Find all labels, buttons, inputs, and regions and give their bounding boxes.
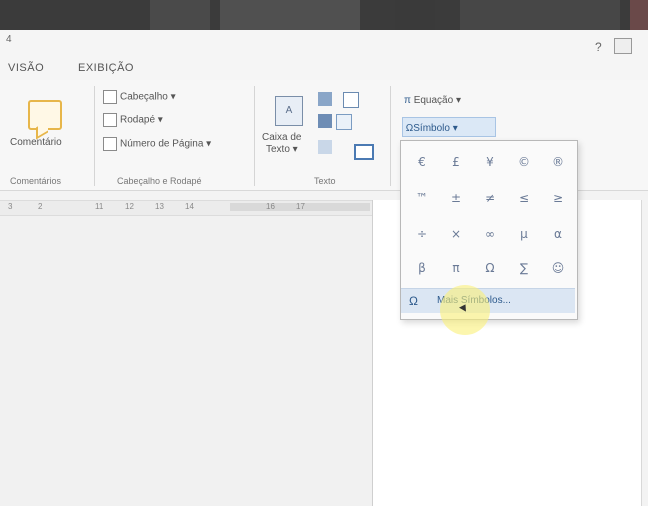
tab-revisao[interactable]: VISÃO (8, 62, 44, 74)
ruler-tick: 17 (296, 202, 305, 211)
comment-button-label[interactable]: Comentário (10, 137, 62, 148)
comment-icon[interactable] (28, 100, 62, 130)
title-bar-segment (220, 0, 360, 30)
footer-icon (103, 113, 117, 127)
ruler-tick: 3 (8, 202, 13, 211)
symbol-cell[interactable]: ÷ (405, 217, 439, 251)
ribbon-display-options-button[interactable] (614, 38, 632, 54)
group-label-header-footer: Cabeçalho e Rodapé (117, 176, 202, 186)
title-bar-segment (395, 0, 435, 30)
group-divider (94, 86, 95, 186)
symbol-cell[interactable]: € (405, 145, 439, 179)
date-time-icon[interactable] (336, 114, 352, 130)
ruler-tick: 16 (266, 202, 275, 211)
symbol-cell[interactable]: ≥ (541, 181, 575, 215)
symbol-cell[interactable]: © (507, 145, 541, 179)
symbol-cell[interactable]: ≠ (473, 181, 507, 215)
quick-parts-icon[interactable] (318, 92, 332, 106)
ruler-tick: 12 (125, 202, 134, 211)
omega-icon: Ω (403, 123, 414, 134)
title-bar-segment (460, 0, 620, 30)
drop-cap-icon[interactable] (318, 140, 332, 154)
ruler-tick: 14 (185, 202, 194, 211)
symbol-cell[interactable]: ≤ (507, 181, 541, 215)
equation-button[interactable]: π Equação ▾ (404, 95, 461, 106)
symbol-cell[interactable]: ¥ (473, 145, 507, 179)
symbol-cell[interactable]: Ω (473, 251, 507, 285)
group-divider (254, 86, 255, 186)
page-number-button[interactable]: Número de Página ▾ (103, 137, 211, 151)
corner-mark: 4 (6, 34, 12, 45)
header-icon (103, 90, 117, 104)
ruler-tick: 2 (38, 202, 43, 211)
symbol-cell[interactable]: ∞ (473, 217, 507, 251)
page-number-icon (103, 137, 117, 151)
group-label-text: Texto (314, 176, 336, 186)
symbol-cell[interactable]: ☺ (541, 251, 575, 285)
symbol-cell[interactable]: ± (439, 181, 473, 215)
pi-icon: π (404, 95, 411, 106)
symbol-button[interactable]: ΩSímbolo ▾ (402, 117, 496, 137)
wordart-icon[interactable] (318, 114, 332, 128)
symbol-cell[interactable]: × (439, 217, 473, 251)
symbol-cell[interactable]: ™ (405, 181, 439, 215)
symbol-cell[interactable]: β (405, 251, 439, 285)
textbox-icon[interactable]: A (275, 96, 303, 126)
footer-button[interactable]: Rodapé ▾ (103, 113, 163, 127)
symbol-cell[interactable]: £ (439, 145, 473, 179)
tab-exibicao[interactable]: EXIBIÇÃO (78, 62, 134, 74)
textbox-button-label-2[interactable]: Texto ▾ (266, 144, 298, 155)
ruler-tick: 13 (155, 202, 164, 211)
title-bar-segment (150, 0, 210, 30)
ruler-tick: 11 (95, 202, 104, 211)
title-bar-segment (630, 0, 648, 30)
signature-line-icon[interactable] (343, 92, 359, 108)
help-button[interactable]: ? (595, 40, 602, 54)
omega-icon: Ω (409, 294, 418, 308)
group-divider (390, 86, 391, 186)
header-button[interactable]: Cabeçalho ▾ (103, 90, 176, 104)
object-icon[interactable] (354, 144, 374, 160)
symbol-cell[interactable]: µ (507, 217, 541, 251)
symbol-cell[interactable]: ® (541, 145, 575, 179)
window-title-bar (0, 0, 648, 30)
group-label-comments: Comentários (10, 176, 62, 186)
symbol-cell[interactable]: α (541, 217, 575, 251)
document-margin-area (0, 215, 372, 506)
symbol-cell[interactable]: π (439, 251, 473, 285)
textbox-button-label[interactable]: Caixa de (262, 132, 301, 143)
symbol-cell[interactable]: ∑ (507, 251, 541, 285)
